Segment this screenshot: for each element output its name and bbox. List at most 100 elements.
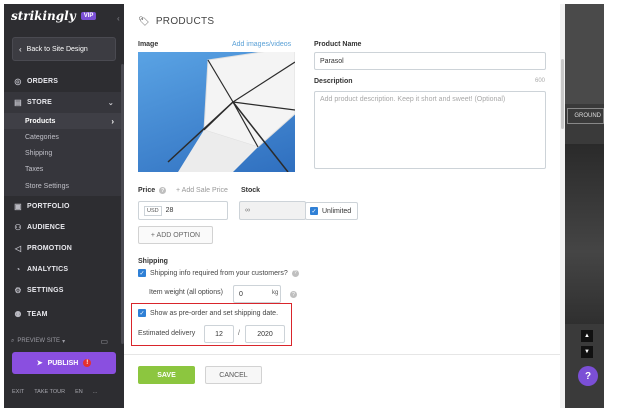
scroll-down-button[interactable]: ▼ bbox=[581, 346, 593, 358]
preview-scene bbox=[565, 144, 604, 324]
sidebar-subitem-label: Categories bbox=[25, 133, 59, 141]
sidebar-item-label: ORDERS bbox=[27, 78, 59, 85]
delivery-year-input[interactable]: 2020 bbox=[245, 325, 285, 343]
footer-divider bbox=[124, 354, 564, 355]
sidebar-item-store[interactable]: ▤ STORE ⌄ bbox=[4, 92, 124, 113]
product-name-input[interactable]: Parasol bbox=[314, 52, 546, 70]
sidebar-bottom: ⌕ PREVIEW SITE ▾ ▭ ➤ PUBLISH ! EXIT TAKE… bbox=[4, 334, 124, 398]
sidebar-item-settings[interactable]: ⚙ SETTINGS bbox=[4, 280, 124, 301]
portfolio-icon: ▣ bbox=[14, 202, 22, 211]
preorder-row[interactable]: ✓ Show as pre-order and set shipping dat… bbox=[138, 309, 278, 317]
sidebar-subitem-label: Shipping bbox=[25, 149, 53, 157]
vip-badge: VIP bbox=[80, 12, 97, 20]
orders-icon: ◎ bbox=[14, 77, 22, 86]
sidebar-item-portfolio[interactable]: ▣ PORTFOLIO bbox=[4, 196, 124, 217]
send-icon: ➤ bbox=[36, 360, 43, 367]
scroll-up-button[interactable]: ▲ bbox=[581, 330, 593, 342]
unlimited-checkbox[interactable]: ✓ Unlimited bbox=[305, 202, 358, 220]
app-root: strikingly VIP ‹ ‹ Back to Site Design ◎… bbox=[0, 0, 632, 412]
help-icon[interactable]: ? bbox=[159, 187, 167, 194]
chevron-right-icon: › bbox=[111, 116, 114, 126]
stock-input[interactable]: ∞ bbox=[239, 201, 306, 220]
sidebar-item-label: TEAM bbox=[27, 311, 48, 318]
preorder-checkbox[interactable]: ✓ bbox=[138, 309, 146, 317]
help-icon[interactable]: ? bbox=[290, 291, 297, 298]
price-label: Price bbox=[138, 187, 156, 194]
chevron-down-icon: ▾ bbox=[62, 338, 66, 345]
help-chat-button[interactable]: ? bbox=[578, 366, 598, 386]
tag-icon: 🏷 bbox=[138, 16, 150, 26]
product-editor-panel: 🏷 PRODUCTS Image Add images/videos Produ… bbox=[124, 4, 564, 408]
save-button[interactable]: SAVE bbox=[138, 366, 195, 384]
publish-label: PUBLISH bbox=[47, 359, 79, 367]
promotion-icon: ◁ bbox=[14, 244, 22, 253]
sidebar-item-orders[interactable]: ◎ ORDERS bbox=[4, 71, 124, 92]
chevron-left-icon: ‹ bbox=[19, 44, 22, 54]
item-weight-label: Item weight (all options) bbox=[149, 289, 223, 296]
shipping-info-row[interactable]: ✓ Shipping info required from your custo… bbox=[138, 269, 299, 277]
sidebar-item-analytics[interactable]: ◔ ANALYTICS bbox=[4, 259, 124, 280]
help-icon[interactable]: ? bbox=[291, 269, 299, 277]
weight-unit: kg bbox=[272, 290, 279, 296]
date-separator: / bbox=[238, 330, 240, 337]
image-label: Image bbox=[138, 41, 159, 48]
sidebar-item-audience[interactable]: ⚇ AUDIENCE bbox=[4, 217, 124, 238]
price-input[interactable]: USD 28 bbox=[138, 201, 228, 220]
audience-icon: ⚇ bbox=[14, 223, 22, 232]
add-images-link[interactable]: Add images/videos bbox=[232, 41, 291, 48]
sidebar-item-promotion[interactable]: ◁ PROMOTION bbox=[4, 238, 124, 259]
description-textarea[interactable]: Add product description. Keep it short a… bbox=[314, 91, 546, 169]
price-value: 28 bbox=[165, 207, 174, 214]
sidebar-subitem-taxes[interactable]: Taxes bbox=[4, 161, 124, 177]
product-image[interactable] bbox=[138, 52, 295, 172]
check-icon: ✓ bbox=[310, 207, 318, 215]
preorder-label: Show as pre-order and set shipping date. bbox=[150, 309, 279, 317]
page-title: 🏷 PRODUCTS bbox=[138, 16, 214, 27]
logo-row: strikingly VIP bbox=[4, 4, 124, 28]
price-label-row: Price ? bbox=[138, 187, 167, 194]
panel-scrollbar-thumb[interactable] bbox=[561, 59, 564, 129]
shipping-info-checkbox[interactable]: ✓ bbox=[138, 269, 146, 277]
add-option-button[interactable]: + ADD OPTION bbox=[138, 226, 213, 244]
sidebar-footer: EXIT TAKE TOUR EN ... bbox=[4, 386, 124, 398]
more-menu[interactable]: ... bbox=[93, 389, 98, 395]
exit-link[interactable]: EXIT bbox=[12, 389, 24, 395]
cancel-button[interactable]: CANCEL bbox=[205, 366, 262, 384]
publish-button[interactable]: ➤ PUBLISH ! bbox=[12, 352, 116, 374]
language-link[interactable]: EN bbox=[75, 389, 83, 395]
sidebar: strikingly VIP ‹ ‹ Back to Site Design ◎… bbox=[4, 4, 124, 408]
sidebar-subitem-label: Store Settings bbox=[25, 183, 69, 190]
sidebar-item-label: ANALYTICS bbox=[27, 266, 69, 273]
back-to-site-design-button[interactable]: ‹ Back to Site Design bbox=[12, 37, 116, 61]
description-char-count: 600 bbox=[535, 78, 546, 84]
preview-site-label: PREVIEW SITE bbox=[17, 338, 61, 344]
sidebar-nav: ◎ ORDERS ▤ STORE ⌄ Products › Categories… bbox=[4, 68, 124, 325]
page-title-text: PRODUCTS bbox=[155, 16, 215, 27]
preview-site-row[interactable]: ⌕ PREVIEW SITE ▾ ▭ bbox=[4, 334, 124, 348]
sidebar-subitem-shipping[interactable]: Shipping bbox=[4, 145, 124, 161]
sidebar-subitem-products[interactable]: Products › bbox=[4, 113, 124, 129]
shipping-label: Shipping bbox=[138, 258, 168, 265]
team-icon: ⚉ bbox=[14, 310, 22, 319]
sidebar-subitem-label: Taxes bbox=[25, 165, 44, 173]
sidebar-item-label: STORE bbox=[27, 99, 52, 106]
alert-badge: ! bbox=[83, 359, 92, 367]
shipping-info-label: Shipping info required from your custome… bbox=[150, 269, 288, 277]
sidebar-subitem-label: Products bbox=[25, 117, 56, 125]
estimated-delivery-label: Estimated delivery bbox=[138, 330, 196, 337]
description-label: Description bbox=[314, 78, 353, 85]
strikingly-logo[interactable]: strikingly bbox=[11, 9, 76, 23]
add-sale-price-link[interactable]: + Add Sale Price bbox=[176, 187, 228, 194]
take-tour-link[interactable]: TAKE TOUR bbox=[34, 389, 65, 395]
sidebar-item-label: PORTFOLIO bbox=[27, 203, 70, 210]
device-icon[interactable]: ▭ bbox=[100, 337, 108, 346]
preview-background-label: GROUND bbox=[567, 108, 604, 124]
sidebar-item-label: SETTINGS bbox=[27, 287, 64, 294]
sidebar-subitem-store-settings[interactable]: Store Settings bbox=[4, 177, 124, 196]
preview-header bbox=[565, 4, 604, 104]
search-icon: ⌕ bbox=[11, 337, 15, 344]
sidebar-item-team[interactable]: ⚉ TEAM bbox=[4, 304, 124, 325]
delivery-month-input[interactable]: 12 bbox=[204, 325, 234, 343]
sidebar-subitem-categories[interactable]: Categories bbox=[4, 129, 124, 145]
collapse-sidebar-icon[interactable]: ‹ bbox=[117, 14, 120, 23]
